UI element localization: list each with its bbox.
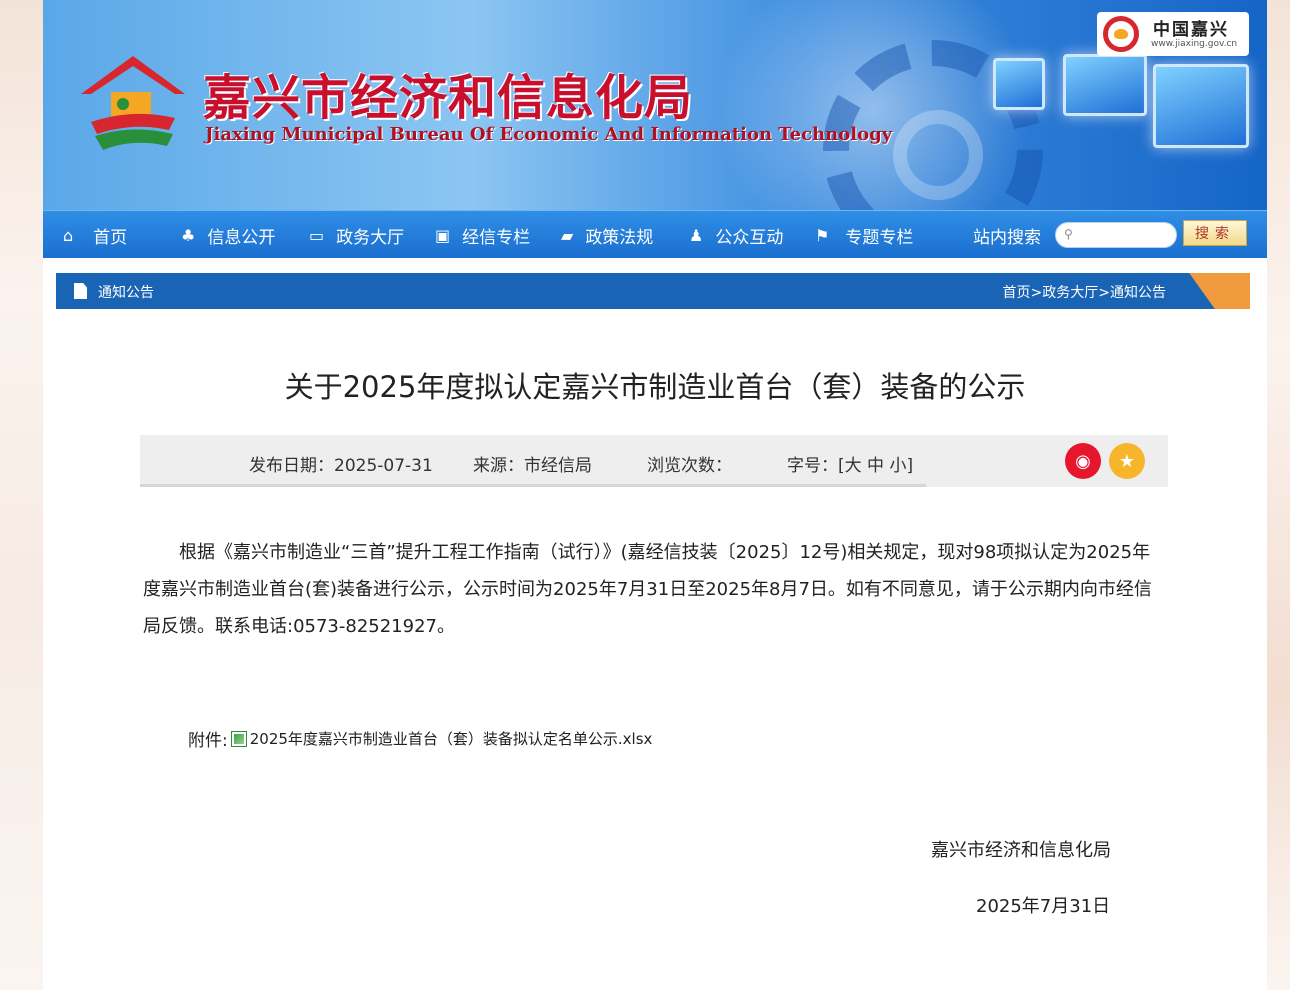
- section-corner-decoration: [1189, 273, 1250, 309]
- nav-item-service-hall[interactable]: ▭ 政务大厅: [309, 211, 404, 259]
- article-meta-bar: 发布日期：2025-07-31 来源：市经信局 浏览次数： 字号：[大 中 小]…: [140, 435, 1168, 487]
- monitor-icon: ▭: [309, 225, 325, 245]
- font-size-switcher[interactable]: 字号：[大 中 小]: [787, 451, 913, 476]
- breadcrumb[interactable]: 首页>政务大厅>通知公告: [1003, 282, 1166, 302]
- gear-decoration-small: [893, 110, 983, 200]
- main-nav: ⌂ 首页 ♣ 信息公开 ▭ 政务大厅 ▣ 经信专栏 ▰ 政策法规 ♟ 公众互动 …: [43, 210, 1267, 258]
- meta-divider: [140, 484, 926, 487]
- article-title: 关于2025年度拟认定嘉兴市制造业首台（套）装备的公示: [284, 370, 1026, 404]
- signature-date: 2025年7月31日: [976, 896, 1111, 917]
- article-source: 来源：市经信局: [473, 456, 592, 476]
- nav-item-label: 政策法规: [585, 227, 654, 248]
- search-input[interactable]: [1080, 226, 1170, 244]
- attachment-label: 附件:: [188, 731, 228, 751]
- page-background-left: [0, 0, 43, 990]
- nav-item-label: 经信专栏: [462, 227, 531, 248]
- search-label: 站内搜索: [973, 228, 1041, 248]
- weibo-share-icon[interactable]: ◉: [1065, 443, 1101, 479]
- folder-icon: ▰: [561, 225, 574, 245]
- publish-date: 发布日期：2025-07-31: [249, 456, 433, 476]
- user-icon: ♟: [689, 225, 704, 245]
- china-jiaxing-logo-icon: [1103, 16, 1139, 52]
- excel-file-icon: [230, 730, 247, 747]
- laptop-decoration: [993, 58, 1045, 110]
- sitemap-icon: ♣: [181, 225, 196, 245]
- nav-item-info-disclosure[interactable]: ♣ 信息公开: [181, 211, 275, 259]
- bureau-logo-icon: [81, 56, 185, 150]
- nav-item-label: 政务大厅: [336, 227, 405, 248]
- attachment-row: 附件: 2025年度嘉兴市制造业首台（套）装备拟认定名单公示.xlsx: [188, 726, 652, 751]
- article-body: 根据《嘉兴市制造业“三首”提升工程工作指南（试行）》(嘉经信技装〔2025〕12…: [143, 542, 1152, 637]
- page-container: 嘉兴市经济和信息化局 Jiaxing Municipal Bureau Of E…: [43, 0, 1267, 990]
- briefcase-icon: ▣: [435, 225, 451, 245]
- section-header: 通知公告 首页>政务大厅>通知公告: [56, 273, 1250, 309]
- signature-organization: 嘉兴市经济和信息化局: [931, 840, 1111, 861]
- page-background-right: [1267, 0, 1290, 990]
- nav-item-special-topics[interactable]: ⚑ 专题专栏: [815, 211, 913, 259]
- nav-item-label: 信息公开: [207, 227, 276, 248]
- nav-item-home[interactable]: ⌂ 首页: [63, 211, 127, 259]
- document-icon: [74, 283, 87, 299]
- section-label: 通知公告: [98, 285, 154, 301]
- search-icon: ⚲: [1064, 227, 1073, 241]
- portal-url: www.jiaxing.gov.cn: [1151, 39, 1238, 49]
- laptop-decoration: [1153, 64, 1249, 148]
- site-title: 嘉兴市经济和信息化局: [203, 70, 694, 126]
- favorite-star-icon[interactable]: ★: [1109, 443, 1145, 479]
- site-subtitle: Jiaxing Municipal Bureau Of Economic And…: [205, 124, 893, 145]
- nav-item-economic-column[interactable]: ▣ 经信专栏: [435, 211, 530, 259]
- header-banner: 嘉兴市经济和信息化局 Jiaxing Municipal Bureau Of E…: [43, 0, 1267, 210]
- view-count: 浏览次数：: [647, 456, 732, 476]
- search-field-wrapper: ⚲: [1055, 222, 1177, 248]
- laptop-decoration: [1063, 54, 1147, 116]
- home-icon: ⌂: [63, 225, 74, 245]
- portal-name: 中国嘉兴: [1153, 20, 1229, 40]
- nav-item-label: 首页: [93, 227, 128, 248]
- attachment-link[interactable]: 2025年度嘉兴市制造业首台（套）装备拟认定名单公示.xlsx: [250, 728, 653, 749]
- nav-item-public-interaction[interactable]: ♟ 公众互动: [689, 211, 783, 259]
- nav-item-label: 专题专栏: [845, 227, 914, 248]
- china-jiaxing-portal-link[interactable]: 中国嘉兴 www.jiaxing.gov.cn: [1097, 12, 1249, 56]
- nav-item-policies[interactable]: ▰ 政策法规: [561, 211, 653, 259]
- search-button[interactable]: 搜索: [1183, 220, 1247, 246]
- flag-icon: ⚑: [815, 225, 830, 245]
- nav-item-label: 公众互动: [715, 227, 784, 248]
